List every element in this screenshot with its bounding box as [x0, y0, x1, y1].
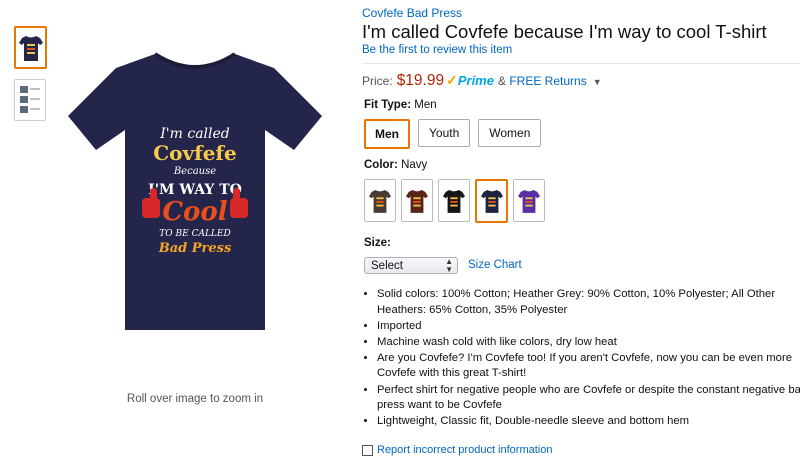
color-selected: Navy: [401, 159, 428, 171]
color-title: Color:: [364, 159, 398, 171]
report-info-link[interactable]: Report incorrect product information: [377, 444, 552, 456]
product-title: I'm called Covfefe because I'm way to co…: [362, 21, 767, 42]
returns-text: & FREE Returns: [498, 74, 587, 88]
prime-logo-text: Prime: [457, 73, 494, 88]
thumbnail-strip: [14, 26, 48, 131]
report-checkbox[interactable]: [362, 444, 373, 456]
fit-option-women[interactable]: Women: [478, 119, 542, 147]
tshirt-swatch-icon: [406, 189, 428, 213]
size-chart-link[interactable]: Size Chart: [468, 259, 522, 271]
print-line-5: Cool: [162, 197, 227, 227]
fit-type-selected: Men: [414, 99, 437, 111]
size-label: Size:: [364, 237, 391, 249]
feature-bullet: Are you Covfefe? I'm Covfefe too! If you…: [377, 351, 800, 382]
color-swatch[interactable]: [401, 179, 433, 222]
tshirt-swatch-icon: [518, 189, 540, 213]
print-line-4: I'M WAY TO: [148, 182, 242, 198]
thumbnail-front[interactable]: [14, 26, 47, 69]
price-label: Price:: [362, 74, 393, 88]
price-value: $19.99: [396, 72, 445, 89]
fit-option-men[interactable]: Men: [364, 119, 410, 149]
print-line-2: Covfefe: [153, 141, 237, 165]
print-line-3: Because: [173, 166, 216, 177]
color-swatch[interactable]: [364, 179, 396, 222]
report-info-row: Report incorrect product information: [362, 444, 552, 456]
brand-link[interactable]: Covfefe Bad Press: [362, 6, 462, 20]
size-select-value: Select: [371, 259, 403, 272]
tshirt-image: I'm called Covfefe Because I'M WAY TO Co…: [68, 52, 322, 330]
color-swatch-selected[interactable]: [475, 179, 508, 223]
divider: [362, 63, 800, 64]
color-label: Color: Navy: [364, 159, 427, 171]
chevron-down-icon[interactable]: ▼: [593, 77, 602, 87]
color-swatch[interactable]: [513, 179, 545, 222]
fit-option-youth[interactable]: Youth: [418, 119, 471, 147]
feature-bullet: Solid colors: 100% Cotton; Heather Grey:…: [377, 287, 800, 318]
returns-prefix: &: [497, 74, 506, 88]
select-arrows-icon: ▲ ▼: [445, 256, 453, 274]
main-product-image[interactable]: I'm called Covfefe Because I'M WAY TO Co…: [60, 38, 330, 338]
zoom-hint: Roll over image to zoom in: [126, 393, 264, 405]
detail-image-icon: [20, 86, 40, 113]
size-title: Size:: [364, 237, 391, 249]
print-line-1: I'm called: [159, 126, 230, 142]
tshirt-swatch-icon: [443, 189, 465, 213]
print-line-7: Bad Press: [158, 241, 232, 256]
thumbnail-detail[interactable]: [14, 79, 46, 121]
prime-check-icon: ✓: [446, 72, 458, 88]
review-link[interactable]: Be the first to review this item: [362, 44, 512, 56]
fit-type-label: Fit Type: Men: [364, 99, 437, 111]
color-swatches: [364, 179, 545, 223]
prime-badge: ✓ Prime: [446, 72, 494, 89]
fit-type-options: Men Youth Women: [364, 119, 542, 149]
price-row: Price: $19.99 ✓ Prime & FREE Returns ▼: [362, 72, 602, 90]
feature-bullet: Perfect shirt for negative people who ar…: [377, 383, 800, 414]
feature-bullet: Machine wash cold with like colors, dry …: [377, 335, 800, 351]
tshirt-icon: [18, 35, 43, 61]
print-line-6: TO BE CALLED: [159, 229, 230, 239]
tshirt-swatch-icon: [369, 189, 391, 213]
free-returns-link[interactable]: FREE Returns: [509, 74, 586, 88]
feature-bullet: Lightweight, Classic fit, Double-needle …: [377, 414, 800, 430]
fit-type-title: Fit Type:: [364, 99, 412, 111]
feature-bullet: Imported: [377, 319, 800, 335]
tshirt-swatch-icon: [480, 190, 503, 213]
size-select[interactable]: Select ▲ ▼: [364, 257, 458, 274]
color-swatch[interactable]: [438, 179, 470, 222]
feature-bullets: Solid colors: 100% Cotton; Heather Grey:…: [362, 287, 800, 430]
